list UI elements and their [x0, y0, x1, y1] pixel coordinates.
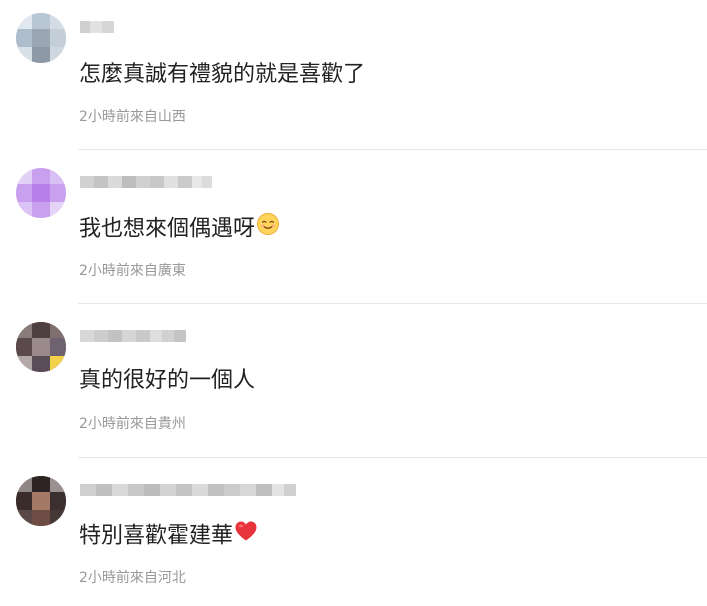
- comment-meta: 2小時前來自河北: [79, 570, 186, 586]
- comment-text-label: 真的很好的一個人: [79, 368, 256, 393]
- comment-meta: 2小時前來自山西: [79, 109, 186, 125]
- comment-item: 真的很好的一個人 2小時前來自貴州: [0, 304, 707, 458]
- username-blurred[interactable]: [80, 484, 296, 496]
- smiling-face-icon: [256, 212, 280, 243]
- comment-item: 怎麼真誠有禮貌的就是喜歡了 2小時前來自山西: [0, 0, 707, 150]
- avatar[interactable]: [16, 168, 66, 218]
- comment-item: 我也想來個偶遇呀 2小時前來自廣東: [0, 150, 707, 304]
- comment-text-label: 特別喜歡霍建華: [79, 523, 234, 549]
- red-heart-icon: [234, 520, 258, 549]
- username-blurred[interactable]: [80, 21, 114, 33]
- comment-meta: 2小時前來自廣東: [79, 263, 186, 279]
- avatar[interactable]: [16, 13, 66, 63]
- comment-text: 我也想來個偶遇呀: [79, 212, 280, 245]
- avatar[interactable]: [16, 476, 66, 526]
- comment-text: 真的很好的一個人: [79, 368, 255, 394]
- avatar[interactable]: [16, 322, 66, 372]
- comment-text-label: 怎麼真誠有禮貌的就是喜歡了: [79, 62, 366, 87]
- comment-list: 怎麼真誠有禮貌的就是喜歡了 2小時前來自山西 我也想來個偶遇呀 2小時前來自廣東…: [0, 0, 707, 606]
- comment-item: 特別喜歡霍建華 2小時前來自河北: [0, 458, 707, 606]
- comment-text-label: 我也想來個偶遇呀: [79, 216, 256, 242]
- comment-text: 怎麼真誠有禮貌的就是喜歡了: [79, 62, 365, 88]
- comment-text: 特別喜歡霍建華: [79, 520, 258, 551]
- comment-meta: 2小時前來自貴州: [79, 416, 186, 432]
- username-blurred[interactable]: [80, 176, 212, 188]
- username-blurred[interactable]: [80, 330, 186, 342]
